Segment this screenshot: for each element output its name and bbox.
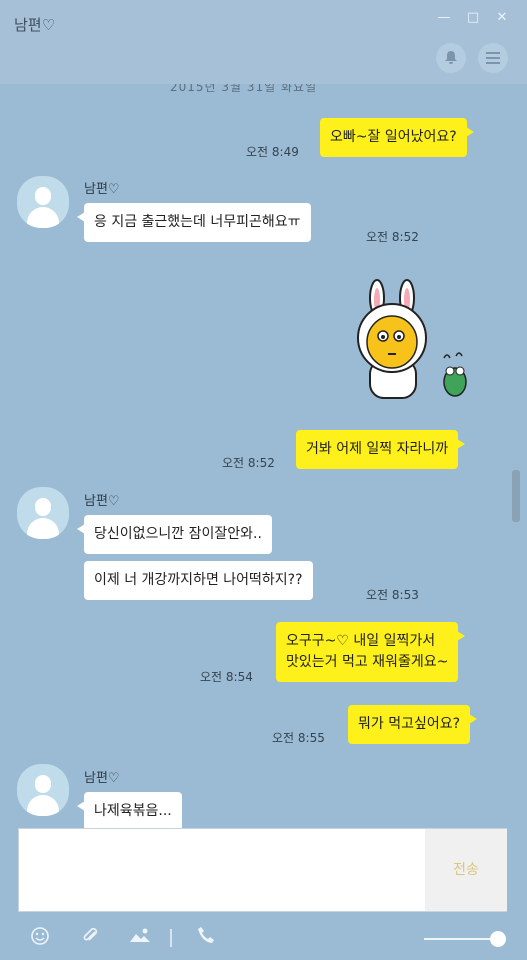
image-icon[interactable] bbox=[129, 926, 151, 948]
paperclip-icon[interactable] bbox=[80, 926, 102, 948]
other-message-bubble[interactable]: 당신이없으니깐 잠이잘안와.. bbox=[77, 515, 272, 554]
minimize-button[interactable]: — bbox=[436, 10, 452, 26]
toolbar-divider bbox=[170, 929, 172, 947]
phone-icon[interactable] bbox=[195, 926, 217, 948]
date-divider: 2015년 3월 31일 화요일 bbox=[170, 84, 318, 94]
window-title: 남편♡ bbox=[14, 16, 56, 34]
message-time: 오전 8:53 bbox=[366, 588, 419, 602]
bottom-toolbar bbox=[0, 912, 527, 960]
close-button[interactable]: ✕ bbox=[494, 10, 510, 26]
maximize-button[interactable]: □ bbox=[465, 10, 481, 26]
message-time: 오전 8:52 bbox=[366, 230, 419, 244]
my-message-bubble[interactable]: 오구구~♡ 내일 일찍가서 맛있는거 먹고 재워줄게요~ bbox=[276, 622, 466, 682]
menu-icon[interactable] bbox=[478, 43, 508, 73]
emoji-icon[interactable] bbox=[29, 926, 51, 948]
chat-area[interactable]: 2015년 3월 31일 화요일 오전 8:49 오빠~잘 일어났어요? 남편♡… bbox=[0, 84, 527, 828]
title-bar: 남편♡ — □ ✕ bbox=[0, 0, 527, 84]
bell-icon[interactable] bbox=[436, 43, 466, 73]
contact-avatar[interactable] bbox=[17, 176, 69, 228]
message-input[interactable]: 전송 bbox=[18, 828, 507, 912]
other-message-bubble[interactable]: 이제 너 개강까지하면 나어떡하지?? bbox=[84, 561, 313, 600]
contact-avatar[interactable] bbox=[17, 487, 69, 539]
send-button[interactable]: 전송 bbox=[425, 829, 507, 911]
contact-name: 남편♡ bbox=[84, 494, 120, 509]
message-time: 오전 8:54 bbox=[200, 670, 253, 684]
other-message-bubble[interactable]: 나제육볶음... bbox=[77, 792, 182, 828]
message-time: 오전 8:52 bbox=[222, 456, 275, 470]
opacity-slider-track[interactable] bbox=[424, 938, 500, 940]
contact-name: 남편♡ bbox=[84, 182, 120, 197]
contact-name: 남편♡ bbox=[84, 771, 120, 786]
sticker-image[interactable] bbox=[352, 278, 482, 400]
other-message-bubble[interactable]: 응 지금 출근했는데 너무피곤해요ㅠ bbox=[77, 203, 311, 242]
contact-avatar[interactable] bbox=[17, 764, 69, 816]
my-message-bubble[interactable]: 뭐가 먹고싶어요? bbox=[348, 705, 478, 744]
chat-scrollbar[interactable] bbox=[512, 470, 520, 522]
message-time: 오전 8:49 bbox=[246, 145, 299, 159]
my-message-bubble[interactable]: 오빠~잘 일어났어요? bbox=[320, 118, 474, 157]
message-time: 오전 8:55 bbox=[272, 731, 325, 745]
my-message-bubble[interactable]: 거봐 어제 일찍 자라니까 bbox=[296, 430, 466, 469]
opacity-slider-knob[interactable] bbox=[490, 931, 506, 947]
